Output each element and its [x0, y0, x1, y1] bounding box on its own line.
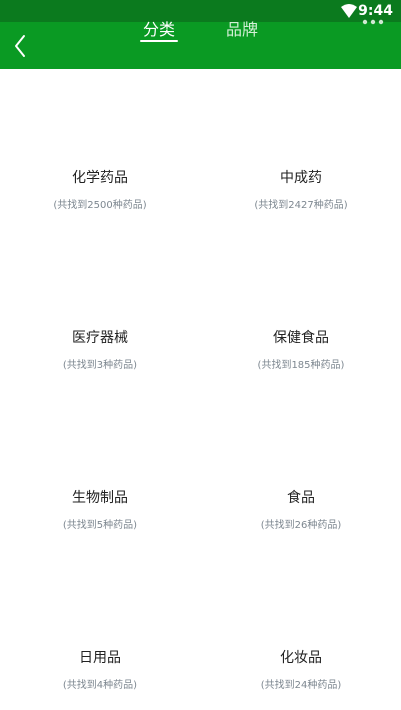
- category-title: 食品: [287, 490, 315, 506]
- category-grid: 化学药品 (共找到2500种药品) 中成药 (共找到2427种药品) 医疗器械 …: [0, 69, 401, 710]
- tab-brand[interactable]: 品牌: [226, 16, 258, 40]
- category-count: (共找到2500种药品): [53, 200, 147, 211]
- category-item[interactable]: 保健食品 (共找到185种药品): [201, 327, 401, 371]
- category-item[interactable]: 医疗器械 (共找到3种药品): [0, 327, 200, 371]
- category-item[interactable]: 中成药 (共找到2427种药品): [201, 167, 401, 211]
- category-count: (共找到26种药品): [260, 520, 342, 531]
- category-title: 化学药品: [72, 170, 128, 186]
- wifi-icon: [341, 4, 357, 18]
- more-dots-icon[interactable]: [361, 18, 385, 26]
- category-item[interactable]: 生物制品 (共找到5种药品): [0, 487, 200, 531]
- app-bar: 分类 品牌: [0, 19, 401, 69]
- category-title: 医疗器械: [72, 330, 128, 346]
- category-title: 化妆品: [280, 650, 322, 666]
- category-item[interactable]: 食品 (共找到26种药品): [201, 487, 401, 531]
- category-count: (共找到5种药品): [62, 520, 138, 531]
- category-count: (共找到24种药品): [260, 680, 342, 691]
- category-count: (共找到3种药品): [62, 360, 138, 371]
- category-count: (共找到2427种药品): [254, 200, 348, 211]
- category-title: 中成药: [280, 170, 322, 186]
- category-count: (共找到185种药品): [257, 360, 345, 371]
- category-title: 保健食品: [273, 330, 329, 346]
- category-item[interactable]: 日用品 (共找到4种药品): [0, 647, 200, 691]
- category-title: 生物制品: [72, 490, 128, 506]
- category-count: (共找到4种药品): [62, 680, 138, 691]
- category-title: 日用品: [79, 650, 121, 666]
- category-item[interactable]: 化学药品 (共找到2500种药品): [0, 167, 200, 211]
- status-time: 9:44: [358, 3, 393, 19]
- tab-category[interactable]: 分类: [143, 16, 175, 40]
- category-item[interactable]: 化妆品 (共找到24种药品): [201, 647, 401, 691]
- status-bar: 9:44: [0, 0, 401, 22]
- active-tab-indicator: [140, 40, 178, 42]
- back-arrow-icon[interactable]: [8, 32, 34, 60]
